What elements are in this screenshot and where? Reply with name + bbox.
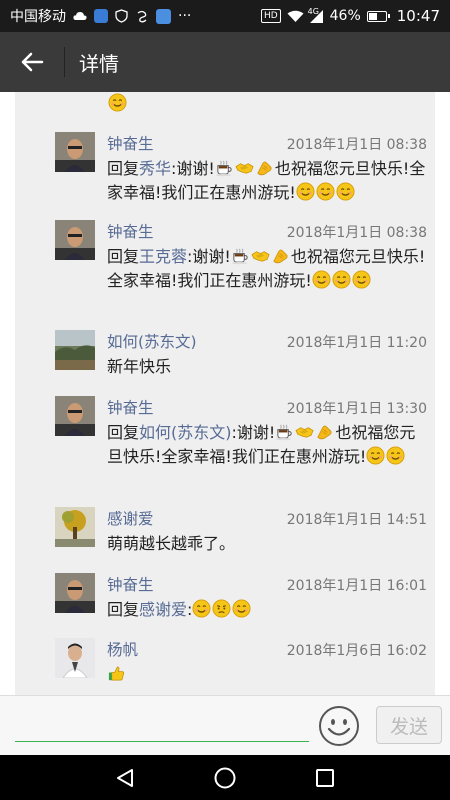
comment-text: 回复如何(苏东文):谢谢! 也祝福您元旦快乐!全家幸福!我们正在惠州游玩!	[107, 421, 427, 469]
smile-emoji	[366, 446, 385, 465]
comment-text: 萌萌越长越乖了。	[107, 534, 236, 553]
comment-text	[107, 663, 427, 687]
send-button[interactable]: 发送	[376, 706, 442, 744]
hd-icon: HD	[260, 9, 281, 23]
system-nav-bar	[0, 755, 450, 800]
more-notifications-icon: ···	[178, 8, 192, 24]
smile-emoji	[336, 182, 355, 201]
avatar[interactable]	[55, 573, 95, 613]
comment-text-part: :谢谢!	[171, 159, 215, 178]
comments-area[interactable]: 钟奋生 2018年1月1日 08:38 回复秀华:谢谢! 也祝福您元旦快乐!全家幸…	[0, 92, 450, 695]
comment-time: 2018年1月1日 14:51	[286, 512, 427, 528]
handshake-emoji	[235, 158, 254, 177]
smile-emoji	[232, 599, 251, 618]
smiley-icon	[319, 706, 359, 746]
commenter-name[interactable]: 感谢爱	[107, 507, 154, 529]
page-title: 详情	[79, 51, 119, 76]
app-header: 详情	[0, 32, 450, 92]
reply-prefix: 回复	[107, 247, 140, 266]
shield-icon	[115, 9, 128, 23]
clock: 10:47	[396, 7, 440, 25]
commenter-name[interactable]: 如何(苏东文)	[107, 330, 197, 352]
comment-input[interactable]	[15, 704, 309, 742]
reply-prefix: 回复	[107, 423, 140, 442]
fist-emoji	[315, 422, 334, 441]
status-bar: 中国移动 ··· HD 4G 46% 10:47	[0, 0, 450, 32]
signal-icon: 4G	[307, 6, 324, 23]
battery-percent: 46%	[329, 8, 361, 24]
comment-time: 2018年1月1日 16:01	[286, 578, 427, 594]
thumbs-up-emoji	[107, 664, 126, 683]
nav-back-button[interactable]	[110, 763, 140, 793]
app-notification-icon	[94, 9, 108, 23]
reply-prefix: 回复	[107, 600, 140, 619]
smile-emoji	[296, 182, 315, 201]
comment-time: 2018年1月1日 13:30	[286, 401, 427, 417]
smile-emoji	[192, 599, 211, 618]
reply-to-name[interactable]: 王克蓉	[139, 247, 187, 266]
comment-text: 回复感谢爱:	[107, 598, 427, 622]
comment-time: 2018年1月1日 11:20	[286, 335, 427, 351]
reply-to-name[interactable]: 感谢爱	[139, 600, 187, 619]
circle-home-icon	[214, 767, 236, 788]
avatar[interactable]	[55, 507, 95, 547]
nav-home-button[interactable]	[210, 763, 240, 793]
reply-prefix: 回复	[107, 159, 140, 178]
header-divider	[64, 47, 65, 77]
commenter-name[interactable]: 杨帆	[107, 638, 138, 660]
triangle-back-icon	[117, 768, 133, 787]
cloud-icon	[73, 11, 87, 21]
app-badge-icon	[156, 8, 171, 24]
avatar[interactable]	[55, 220, 95, 260]
back-button[interactable]	[0, 32, 64, 92]
wifi-icon	[287, 10, 304, 23]
nav-recent-button[interactable]	[310, 763, 340, 793]
comment-input-bar: 发送	[0, 695, 450, 755]
commenter-name[interactable]: 钟奋生	[107, 220, 154, 242]
comment-time: 2018年1月6日 16:02	[286, 643, 427, 659]
coffee-emoji	[215, 158, 234, 177]
emoji-button[interactable]	[318, 705, 360, 747]
handshake-emoji	[251, 246, 270, 265]
commenter-name[interactable]: 钟奋生	[107, 396, 154, 418]
coffee-emoji	[275, 422, 294, 441]
smile-emoji	[312, 270, 331, 289]
comment-time: 2018年1月1日 08:38	[286, 137, 427, 153]
swirl-icon	[135, 9, 149, 23]
commenter-name[interactable]: 钟奋生	[107, 132, 154, 154]
smile-emoji	[386, 446, 405, 465]
battery-icon	[366, 10, 390, 22]
comments-panel: 钟奋生 2018年1月1日 08:38 回复秀华:谢谢! 也祝福您元旦快乐!全家幸…	[15, 92, 435, 695]
commenter-name[interactable]: 钟奋生	[107, 573, 154, 595]
comment-text: 回复王克蓉:谢谢! 也祝福您元旦快乐!全家幸福!我们正在惠州游玩!	[107, 245, 427, 293]
fist-emoji	[271, 246, 290, 265]
avatar[interactable]	[55, 638, 95, 678]
reply-to-name[interactable]: 秀华	[139, 159, 171, 178]
smile-emoji	[108, 93, 127, 112]
fist-emoji	[255, 158, 274, 177]
handshake-emoji	[295, 422, 314, 441]
comment-text: 回复秀华:谢谢! 也祝福您元旦快乐!全家幸福!我们正在惠州游玩!	[107, 157, 427, 205]
network-type-label: 4G	[307, 6, 319, 16]
smile-emoji	[332, 270, 351, 289]
avatar[interactable]	[55, 396, 95, 436]
coffee-emoji	[231, 246, 250, 265]
avatar[interactable]	[55, 132, 95, 172]
square-recent-icon	[316, 768, 334, 787]
comment-text-part: :谢谢!	[187, 247, 231, 266]
comment-time: 2018年1月1日 08:38	[286, 225, 427, 241]
smile-emoji	[316, 182, 335, 201]
carrier-label: 中国移动	[10, 9, 66, 25]
comment-text: 新年快乐	[107, 357, 172, 376]
avatar[interactable]	[55, 330, 95, 370]
smile-emoji	[352, 270, 371, 289]
reply-to-name[interactable]: 如何(苏东文)	[139, 423, 232, 442]
arrow-left-icon	[21, 52, 44, 72]
worried-emoji	[212, 599, 231, 618]
comment-text-part: :谢谢!	[231, 423, 276, 442]
